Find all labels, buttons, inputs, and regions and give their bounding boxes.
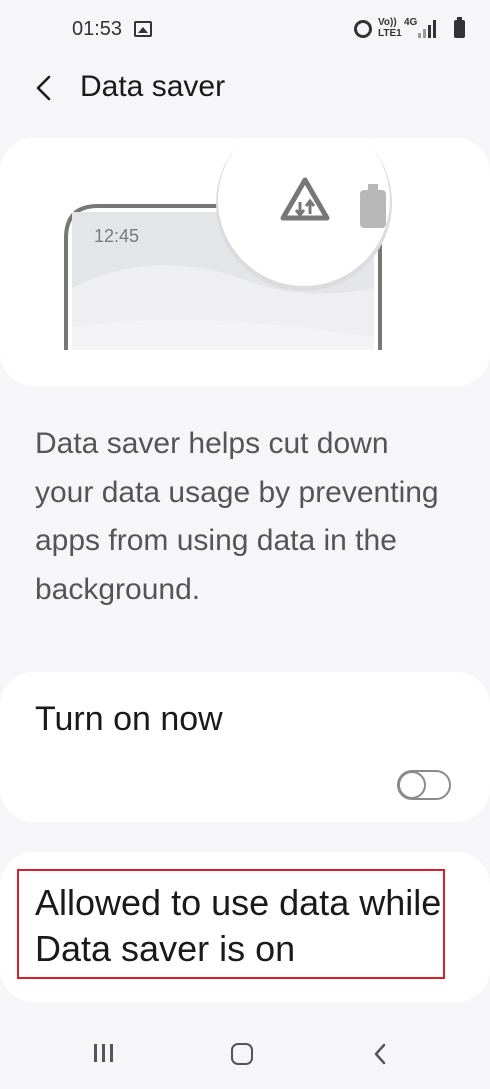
allowed-apps-label[interactable]: Allowed to use data while Data saver is … [35, 880, 455, 972]
battery-icon [360, 184, 386, 228]
page-title: Data saver [80, 70, 226, 103]
data-saver-toggle[interactable] [397, 770, 451, 800]
back-button[interactable] [30, 70, 60, 106]
turn-on-label: Turn on now [35, 700, 223, 738]
turn-on-card[interactable]: Turn on now [0, 672, 490, 822]
recents-icon[interactable] [94, 1044, 116, 1062]
chevron-left-icon [36, 75, 51, 101]
navigation-bar [0, 1010, 490, 1089]
battery-icon [454, 17, 465, 38]
alarm-icon [354, 20, 372, 38]
illustration-card: 12:45 [0, 138, 490, 386]
signal-icon [416, 20, 436, 38]
volte-label: Vo)) [378, 17, 397, 28]
description-text: Data saver helps cut down your data usag… [35, 427, 439, 606]
status-bar: 01:53 Vo)) LTE1 4G [0, 0, 490, 60]
illustration-time: 12:45 [94, 226, 140, 246]
status-time: 01:53 [72, 18, 123, 40]
data-saver-illustration [64, 138, 392, 350]
back-icon[interactable] [372, 1042, 388, 1066]
lte-label: LTE1 [378, 28, 402, 39]
home-icon[interactable] [231, 1043, 253, 1065]
toggle-knob [398, 771, 426, 799]
image-icon [134, 21, 152, 37]
